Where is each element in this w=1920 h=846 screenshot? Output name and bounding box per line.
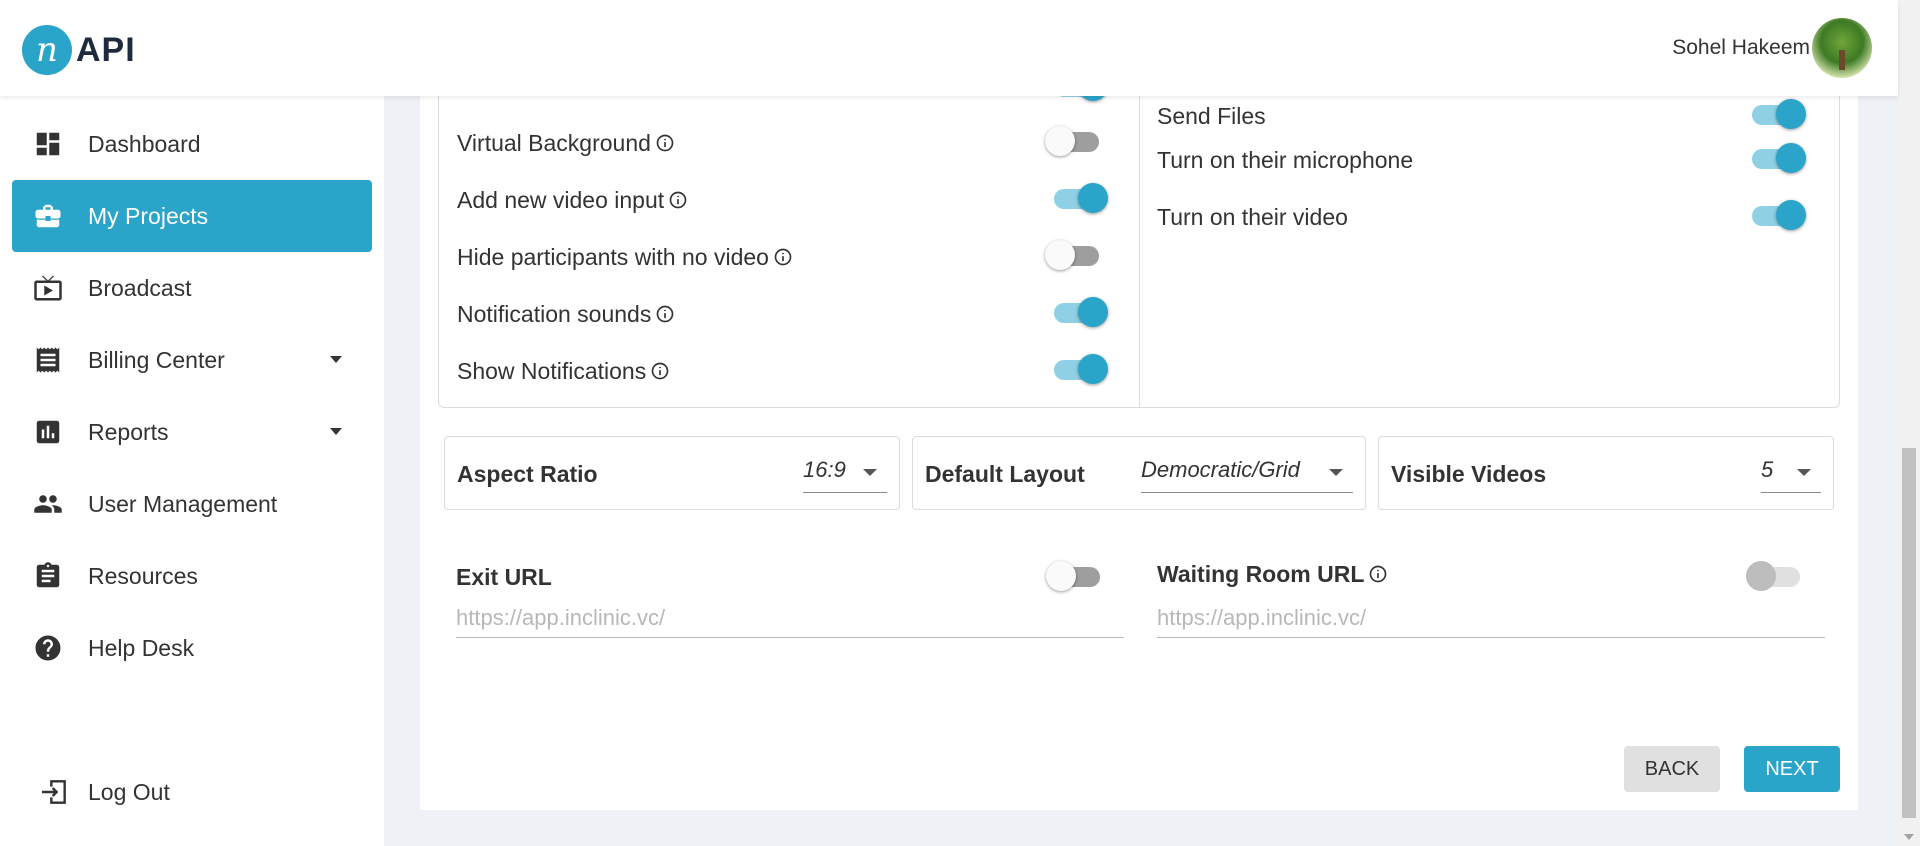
- back-button[interactable]: BACK: [1624, 746, 1720, 792]
- logo-mark: n: [22, 25, 72, 75]
- tv-play-icon: [32, 272, 64, 304]
- sidebar-item-label: Broadcast: [88, 274, 192, 301]
- info-icon[interactable]: [668, 190, 688, 210]
- sidebar-item-billing-center[interactable]: Billing Center: [12, 324, 372, 396]
- info-icon[interactable]: [1368, 564, 1388, 584]
- toggle-add-new-video-input[interactable]: [1050, 178, 1108, 218]
- sidebar-item-my-projects[interactable]: My Projects: [12, 180, 372, 252]
- sidebar: Dashboard My Projects Broadcast Billing …: [0, 96, 384, 846]
- waiting-room-url-input[interactable]: [1157, 598, 1825, 638]
- exit-url-label: Exit URL: [456, 564, 552, 590]
- sidebar-item-resources[interactable]: Resources: [12, 540, 372, 612]
- page-scrollbar[interactable]: [1898, 0, 1920, 846]
- option-show-notifications: Show Notifications: [457, 351, 670, 391]
- briefcase-icon: [32, 200, 64, 232]
- option-label: Turn on their microphone: [1157, 146, 1414, 173]
- sidebar-item-label: Help Desk: [88, 634, 195, 661]
- section-divider: [1139, 86, 1140, 408]
- logo-text: API: [76, 30, 136, 69]
- info-icon[interactable]: [655, 133, 675, 153]
- toggle-waiting-room-url[interactable]: [1746, 556, 1804, 596]
- option-label: Notification sounds: [457, 300, 652, 327]
- bar-chart-icon: [32, 416, 64, 448]
- sidebar-item-help-desk[interactable]: Help Desk: [12, 612, 372, 684]
- info-icon[interactable]: [773, 247, 793, 267]
- sidebar-item-user-management[interactable]: User Management: [12, 468, 372, 540]
- sidebar-item-label: Dashboard: [88, 130, 201, 157]
- option-label: Show Notifications: [457, 357, 647, 384]
- scrollbar-thumb[interactable]: [1902, 448, 1916, 818]
- sidebar-item-dashboard[interactable]: Dashboard: [12, 108, 372, 180]
- toggle-notification-sounds[interactable]: [1050, 292, 1108, 332]
- sidebar-item-label: Resources: [88, 562, 198, 589]
- chevron-down-icon: [1329, 469, 1343, 476]
- waiting-room-url-label: Waiting Room URL: [1157, 560, 1365, 587]
- option-label: Turn on their video: [1157, 203, 1348, 230]
- next-button[interactable]: NEXT: [1744, 746, 1840, 792]
- visible-videos-box: Visible Videos 5: [1378, 436, 1834, 510]
- chevron-down-icon[interactable]: [330, 428, 342, 435]
- app-logo[interactable]: n API: [22, 25, 136, 75]
- option-add-new-video-input: Add new video input: [457, 180, 688, 220]
- avatar[interactable]: [1812, 18, 1872, 78]
- scroll-down-icon[interactable]: [1904, 834, 1914, 840]
- option-label: Virtual Background: [457, 129, 651, 156]
- info-icon[interactable]: [655, 304, 675, 324]
- option-virtual-background: Virtual Background: [457, 123, 675, 163]
- sidebar-item-reports[interactable]: Reports: [12, 396, 372, 468]
- aspect-ratio-value: 16:9: [803, 457, 846, 482]
- visible-videos-value: 5: [1761, 457, 1774, 482]
- option-label: Hide participants with no video: [457, 243, 769, 270]
- aspect-ratio-label: Aspect Ratio: [457, 461, 598, 487]
- aspect-ratio-box: Aspect Ratio 16:9: [444, 436, 900, 510]
- default-layout-label: Default Layout: [925, 461, 1085, 487]
- toggle-virtual-background[interactable]: [1045, 121, 1103, 161]
- option-send-files: Send Files: [1157, 96, 1266, 136]
- top-header: n API Sohel Hakeem: [0, 0, 1898, 96]
- toggle-turn-on-video[interactable]: [1748, 195, 1806, 235]
- visible-videos-select[interactable]: 5: [1761, 457, 1821, 493]
- receipt-icon: [32, 344, 64, 376]
- aspect-ratio-select[interactable]: 16:9: [803, 457, 887, 493]
- chevron-down-icon: [1797, 469, 1811, 476]
- option-hide-participants-no-video: Hide participants with no video: [457, 237, 793, 277]
- clipboard-icon: [32, 560, 64, 592]
- sidebar-item-label: Reports: [88, 418, 169, 445]
- user-name[interactable]: Sohel Hakeem: [1672, 36, 1810, 60]
- info-icon[interactable]: [650, 361, 670, 381]
- toggle-turn-on-microphone[interactable]: [1748, 138, 1806, 178]
- sidebar-item-broadcast[interactable]: Broadcast: [12, 252, 372, 324]
- waiting-room-url-label-row: Waiting Room URL: [1157, 554, 1388, 594]
- exit-url-input[interactable]: [456, 598, 1124, 638]
- default-layout-select[interactable]: Democratic/Grid: [1141, 457, 1353, 493]
- toggle-exit-url[interactable]: [1046, 556, 1104, 596]
- sidebar-item-label: Billing Center: [88, 346, 225, 373]
- logout-label: Log Out: [88, 778, 170, 805]
- people-icon: [32, 488, 64, 520]
- visible-videos-label: Visible Videos: [1391, 461, 1547, 487]
- chevron-down-icon: [863, 469, 877, 476]
- option-notification-sounds: Notification sounds: [457, 294, 675, 334]
- logout-button[interactable]: Log Out: [38, 776, 170, 808]
- option-turn-on-video: Turn on their video: [1157, 197, 1348, 237]
- logout-icon: [42, 780, 66, 804]
- option-label: Add new video input: [457, 186, 665, 213]
- project-settings-card: Virtual Background Add new video input H…: [420, 71, 1858, 810]
- chevron-down-icon[interactable]: [330, 356, 342, 363]
- default-layout-box: Default Layout Democratic/Grid: [912, 436, 1366, 510]
- toggle-hide-participants-no-video[interactable]: [1045, 235, 1103, 275]
- toggle-show-notifications[interactable]: [1050, 349, 1108, 389]
- dashboard-icon: [32, 128, 64, 160]
- option-turn-on-microphone: Turn on their microphone: [1157, 140, 1413, 180]
- help-circle-icon: [32, 632, 64, 664]
- sidebar-item-label: User Management: [88, 490, 278, 517]
- sidebar-item-label: My Projects: [88, 202, 209, 229]
- default-layout-value: Democratic/Grid: [1141, 457, 1300, 482]
- toggle-send-files[interactable]: [1748, 94, 1806, 134]
- option-label: Send Files: [1157, 102, 1266, 129]
